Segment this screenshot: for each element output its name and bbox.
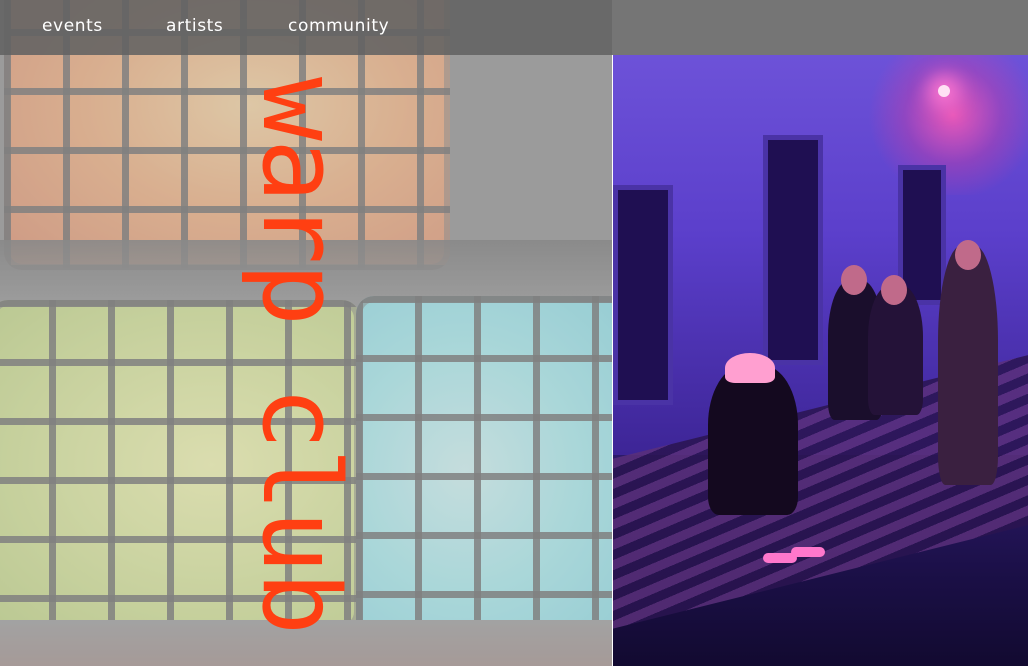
photo-head [841,265,867,295]
photo-shoe [791,547,825,557]
lamp-light [938,85,950,97]
page: warp club events artists community [0,0,1028,666]
hero-right-photo [613,55,1028,666]
photo-window [763,135,823,365]
photo-head [955,240,981,270]
photo-head [881,275,907,305]
top-navbar: events artists community [0,0,1028,55]
photo-person [708,365,798,515]
photo-person [938,245,998,485]
nav-link-community[interactable]: community [288,0,389,55]
nav-link-artists[interactable]: artists [166,0,223,55]
nav-link-events[interactable]: events [42,0,103,55]
bucket-hat [725,353,775,383]
site-title: warp club [239,76,362,634]
photo-window [613,185,673,405]
